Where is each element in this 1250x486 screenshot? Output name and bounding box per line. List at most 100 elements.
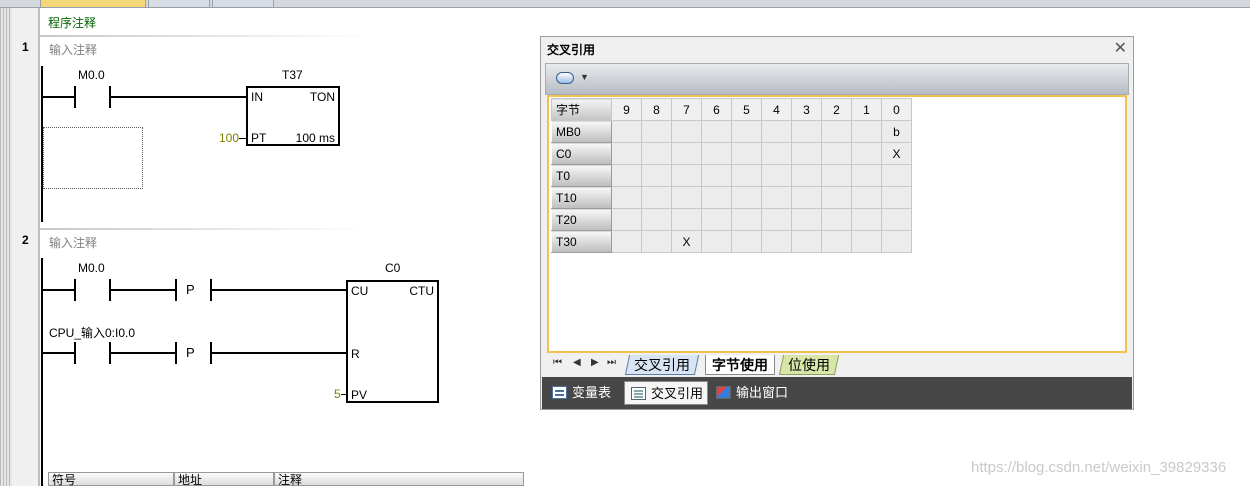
column-header[interactable]: 6: [701, 98, 732, 121]
table-cell[interactable]: [851, 164, 882, 187]
network-1-comment[interactable]: 输入注释: [49, 41, 97, 58]
table-cell[interactable]: [881, 164, 912, 187]
network-1-number[interactable]: 1: [22, 40, 29, 54]
tab-bit-usage[interactable]: 位使用: [778, 355, 840, 375]
row-label[interactable]: T0: [551, 164, 612, 187]
program-comment[interactable]: 程序注释: [48, 14, 96, 31]
editor-tab-int[interactable]: [212, 0, 274, 8]
next-sheet-icon[interactable]: ▶: [591, 357, 599, 368]
table-cell[interactable]: [731, 208, 762, 231]
table-cell[interactable]: [701, 164, 732, 187]
table-cell[interactable]: [791, 120, 822, 143]
timer-box[interactable]: IN TON PT 100 ms: [246, 86, 340, 146]
previous-sheet-icon[interactable]: ◀: [573, 357, 581, 368]
table-cell[interactable]: [791, 142, 822, 165]
table-cell[interactable]: [851, 208, 882, 231]
table-cell[interactable]: [851, 230, 882, 253]
table-cell[interactable]: [881, 230, 912, 253]
table-cell[interactable]: [791, 164, 822, 187]
table-cell[interactable]: [761, 186, 792, 209]
table-cell[interactable]: [641, 208, 672, 231]
contact-left-bar[interactable]: [74, 86, 76, 108]
table-cell[interactable]: X: [671, 230, 702, 253]
table-cell[interactable]: [821, 230, 852, 253]
table-cell[interactable]: [731, 230, 762, 253]
network-1-empty-cell[interactable]: [43, 127, 143, 189]
table-cell[interactable]: [671, 142, 702, 165]
dock-output-window-button[interactable]: 输出窗口: [710, 381, 792, 405]
symbol-table-header-comment[interactable]: 注释: [274, 472, 524, 486]
column-header[interactable]: 3: [791, 98, 822, 121]
column-header[interactable]: 4: [761, 98, 792, 121]
row-label[interactable]: T10: [551, 186, 612, 209]
table-cell[interactable]: [821, 208, 852, 231]
table-cell[interactable]: [731, 164, 762, 187]
table-cell[interactable]: [851, 120, 882, 143]
column-header[interactable]: 9: [611, 98, 642, 121]
column-header[interactable]: 5: [731, 98, 762, 121]
column-header[interactable]: 2: [821, 98, 852, 121]
table-cell[interactable]: [671, 120, 702, 143]
table-cell[interactable]: [851, 142, 882, 165]
table-cell[interactable]: [731, 186, 762, 209]
table-cell[interactable]: [701, 208, 732, 231]
tab-cross-reference[interactable]: 交叉引用: [624, 355, 700, 375]
table-cell[interactable]: [611, 186, 642, 209]
counter-pv-value[interactable]: 5: [334, 387, 341, 401]
table-cell[interactable]: [761, 120, 792, 143]
table-cell[interactable]: [611, 208, 642, 231]
table-cell[interactable]: [701, 120, 732, 143]
chevron-down-icon[interactable]: ▼: [580, 72, 589, 82]
network-2-comment[interactable]: 输入注释: [49, 234, 97, 251]
table-cell[interactable]: [731, 142, 762, 165]
editor-tab-main[interactable]: [40, 0, 146, 8]
table-cell[interactable]: [791, 186, 822, 209]
table-cell[interactable]: [821, 164, 852, 187]
table-cell[interactable]: [641, 120, 672, 143]
table-cell[interactable]: [641, 142, 672, 165]
table-cell[interactable]: [761, 230, 792, 253]
column-header[interactable]: 8: [641, 98, 672, 121]
table-cell[interactable]: X: [881, 142, 912, 165]
table-cell[interactable]: [611, 120, 642, 143]
row-label[interactable]: T30: [551, 230, 612, 253]
table-cell[interactable]: [791, 208, 822, 231]
table-cell[interactable]: [761, 164, 792, 187]
row-label[interactable]: C0: [551, 142, 612, 165]
table-cell[interactable]: b: [881, 120, 912, 143]
dock-cross-reference-button[interactable]: 交叉引用: [624, 381, 709, 405]
table-cell[interactable]: [791, 230, 822, 253]
table-cell[interactable]: [881, 186, 912, 209]
symbol-table-header-address[interactable]: 地址: [174, 472, 274, 486]
table-cell[interactable]: [761, 208, 792, 231]
pulse-left-bar[interactable]: [175, 342, 177, 364]
table-corner-header[interactable]: 字节: [551, 98, 612, 121]
table-cell[interactable]: [671, 186, 702, 209]
table-cell[interactable]: [641, 164, 672, 187]
network-2-number[interactable]: 2: [22, 233, 29, 247]
timer-pt-value[interactable]: 100: [219, 131, 239, 145]
table-cell[interactable]: [701, 142, 732, 165]
table-cell[interactable]: [761, 142, 792, 165]
table-cell[interactable]: [821, 120, 852, 143]
column-header[interactable]: 7: [671, 98, 702, 121]
contact-left-bar[interactable]: [74, 342, 76, 364]
tag-icon[interactable]: [556, 72, 574, 84]
row-label[interactable]: T20: [551, 208, 612, 231]
table-cell[interactable]: [641, 186, 672, 209]
close-icon[interactable]: ✕: [1114, 38, 1127, 58]
tab-byte-usage[interactable]: 字节使用: [705, 355, 775, 375]
last-sheet-icon[interactable]: ⏭: [607, 357, 616, 368]
table-cell[interactable]: [611, 164, 642, 187]
table-cell[interactable]: [671, 164, 702, 187]
table-cell[interactable]: [731, 120, 762, 143]
table-cell[interactable]: [821, 142, 852, 165]
table-cell[interactable]: [641, 230, 672, 253]
pulse-left-bar[interactable]: [175, 279, 177, 301]
table-cell[interactable]: [701, 186, 732, 209]
column-header[interactable]: 0: [881, 98, 912, 121]
table-cell[interactable]: [701, 230, 732, 253]
table-cell[interactable]: [611, 230, 642, 253]
editor-tab-sbr[interactable]: [148, 0, 210, 8]
row-label[interactable]: MB0: [551, 120, 612, 143]
